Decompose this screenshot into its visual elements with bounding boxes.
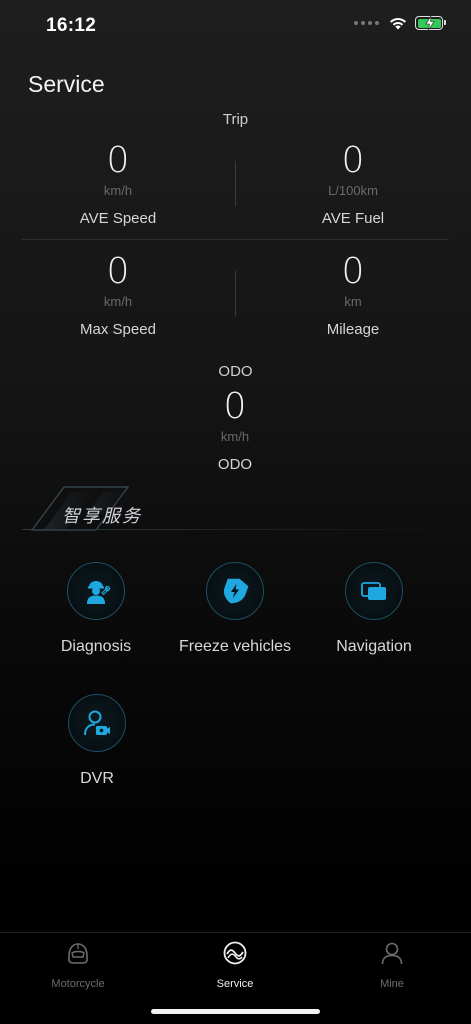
stat-unit: km (344, 294, 362, 309)
trip-section-title: Trip (222, 111, 249, 128)
stat-unit: km/h (220, 429, 250, 444)
stat-mileage: 0 km Mileage (253, 252, 453, 339)
wifi-icon (390, 17, 406, 30)
status-time: 16:12 (46, 15, 97, 36)
smart-services-title: 智享服务 (62, 506, 142, 527)
service-dvr[interactable]: DVR (22, 694, 172, 788)
tab-service[interactable]: Service (175, 940, 295, 990)
service-label: Diagnosis (60, 638, 132, 655)
person-icon (381, 942, 403, 965)
stat-label: ODO (217, 456, 253, 473)
stat-unit: km/h (103, 294, 133, 309)
stat-unit: km/h (103, 183, 133, 198)
home-indicator (151, 1009, 320, 1014)
tab-mine[interactable]: Mine (332, 940, 452, 990)
status-bar: 16:12 (0, 0, 471, 52)
stat-divider (235, 161, 236, 206)
service-navigation[interactable]: Navigation (299, 562, 449, 656)
battery-icon (415, 15, 446, 30)
service-diagnosis[interactable]: Diagnosis (21, 562, 171, 656)
stat-value: 0 (341, 140, 365, 181)
status-icons (354, 15, 446, 30)
mechanic-icon (87, 581, 111, 604)
service-freeze-vehicles[interactable]: Freeze vehicles (160, 562, 310, 656)
stat-label: Mileage (326, 321, 380, 338)
stat-ave-speed: 0 km/h AVE Speed (18, 141, 218, 228)
stat-value: 0 (223, 386, 247, 427)
odo-title: ODO (218, 363, 253, 380)
lightning-shield-icon (223, 578, 249, 604)
charging-bolt-icon (424, 15, 435, 30)
tab-motorcycle[interactable]: Motorcycle (18, 940, 138, 990)
service-wave-icon (223, 941, 247, 965)
stat-value: 0 (106, 251, 130, 292)
service-screen: 16:12 Service Trip 0 km/h AVE Speed 0 L/… (0, 0, 471, 1024)
stat-value: 0 (341, 251, 365, 292)
tab-label: Mine (380, 978, 404, 990)
section-underline (22, 529, 449, 530)
stat-label: AVE Speed (79, 210, 157, 227)
service-label: Freeze vehicles (178, 638, 292, 655)
cellular-signal-icon (354, 21, 379, 25)
user-camera-icon (84, 710, 110, 736)
stat-unit: L/100km (328, 183, 378, 198)
page-title: Service (28, 71, 105, 97)
stat-odo: 0 km/h ODO (135, 387, 335, 474)
service-label: Navigation (336, 638, 412, 655)
tab-label: Service (216, 978, 254, 990)
service-label: DVR (80, 770, 114, 787)
stat-max-speed: 0 km/h Max Speed (18, 252, 218, 339)
stat-label: AVE Fuel (321, 210, 385, 227)
row-divider (22, 239, 449, 240)
stat-divider (235, 271, 236, 316)
stat-ave-fuel: 0 L/100km AVE Fuel (253, 141, 453, 228)
tab-label: Motorcycle (51, 978, 105, 990)
helmet-icon (68, 943, 88, 964)
stat-value: 0 (106, 140, 130, 181)
screens-icon (361, 582, 386, 600)
stat-label: Max Speed (80, 321, 156, 338)
